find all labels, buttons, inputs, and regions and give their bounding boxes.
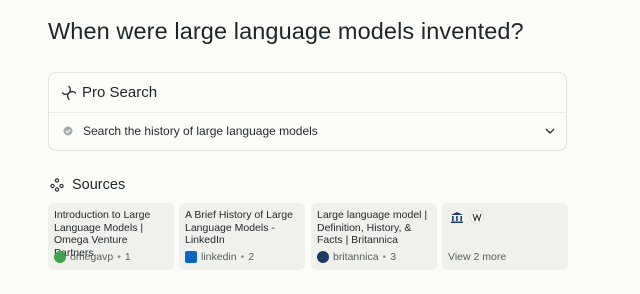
source-card-2[interactable]: A Brief History of Large Language Models… (179, 203, 305, 270)
question-title: When were large language models invented… (48, 18, 524, 44)
pro-search-icon (61, 85, 77, 101)
britannica-icon (317, 251, 329, 263)
pro-search-panel: Pro Search Search the history of large l… (48, 72, 567, 151)
more-favicons (450, 210, 490, 224)
source-index: 3 (390, 251, 397, 263)
source-site: omegavp (70, 251, 114, 263)
source-index: 2 (248, 251, 255, 263)
source-card-meta: britannica • 3 (317, 251, 396, 263)
omegavp-icon (54, 251, 66, 263)
source-site: linkedin (201, 251, 237, 263)
pro-search-header: Pro Search (49, 73, 566, 113)
source-card-1[interactable]: Introduction to Large Language Models | … (48, 203, 174, 270)
pro-search-title: Pro Search (82, 84, 158, 101)
source-card-3[interactable]: Large language model | Definition, Histo… (311, 203, 437, 270)
search-step-row[interactable]: Search the history of large language mod… (49, 113, 566, 151)
view-more-card[interactable]: View 2 more (442, 203, 568, 270)
source-card-meta: linkedin • 2 (185, 251, 254, 263)
view-more-text: View 2 more (448, 251, 507, 263)
source-card-title: A Brief History of Large Language Models… (185, 209, 293, 246)
source-card-meta: omegavp • 1 (54, 251, 131, 263)
linkedin-icon (185, 251, 197, 263)
sources-title: Sources (72, 177, 126, 193)
step-complete-icon (63, 126, 73, 136)
chevron-down-icon[interactable] (544, 125, 556, 137)
source-site: britannica (333, 251, 379, 263)
source-index: 1 (124, 251, 131, 263)
source-card-title: Large language model | Definition, Histo… (317, 209, 428, 246)
wikipedia-icon (470, 210, 484, 224)
sources-icon (50, 178, 64, 192)
bank-icon (451, 212, 463, 223)
search-step-text: Search the history of large language mod… (83, 124, 318, 138)
